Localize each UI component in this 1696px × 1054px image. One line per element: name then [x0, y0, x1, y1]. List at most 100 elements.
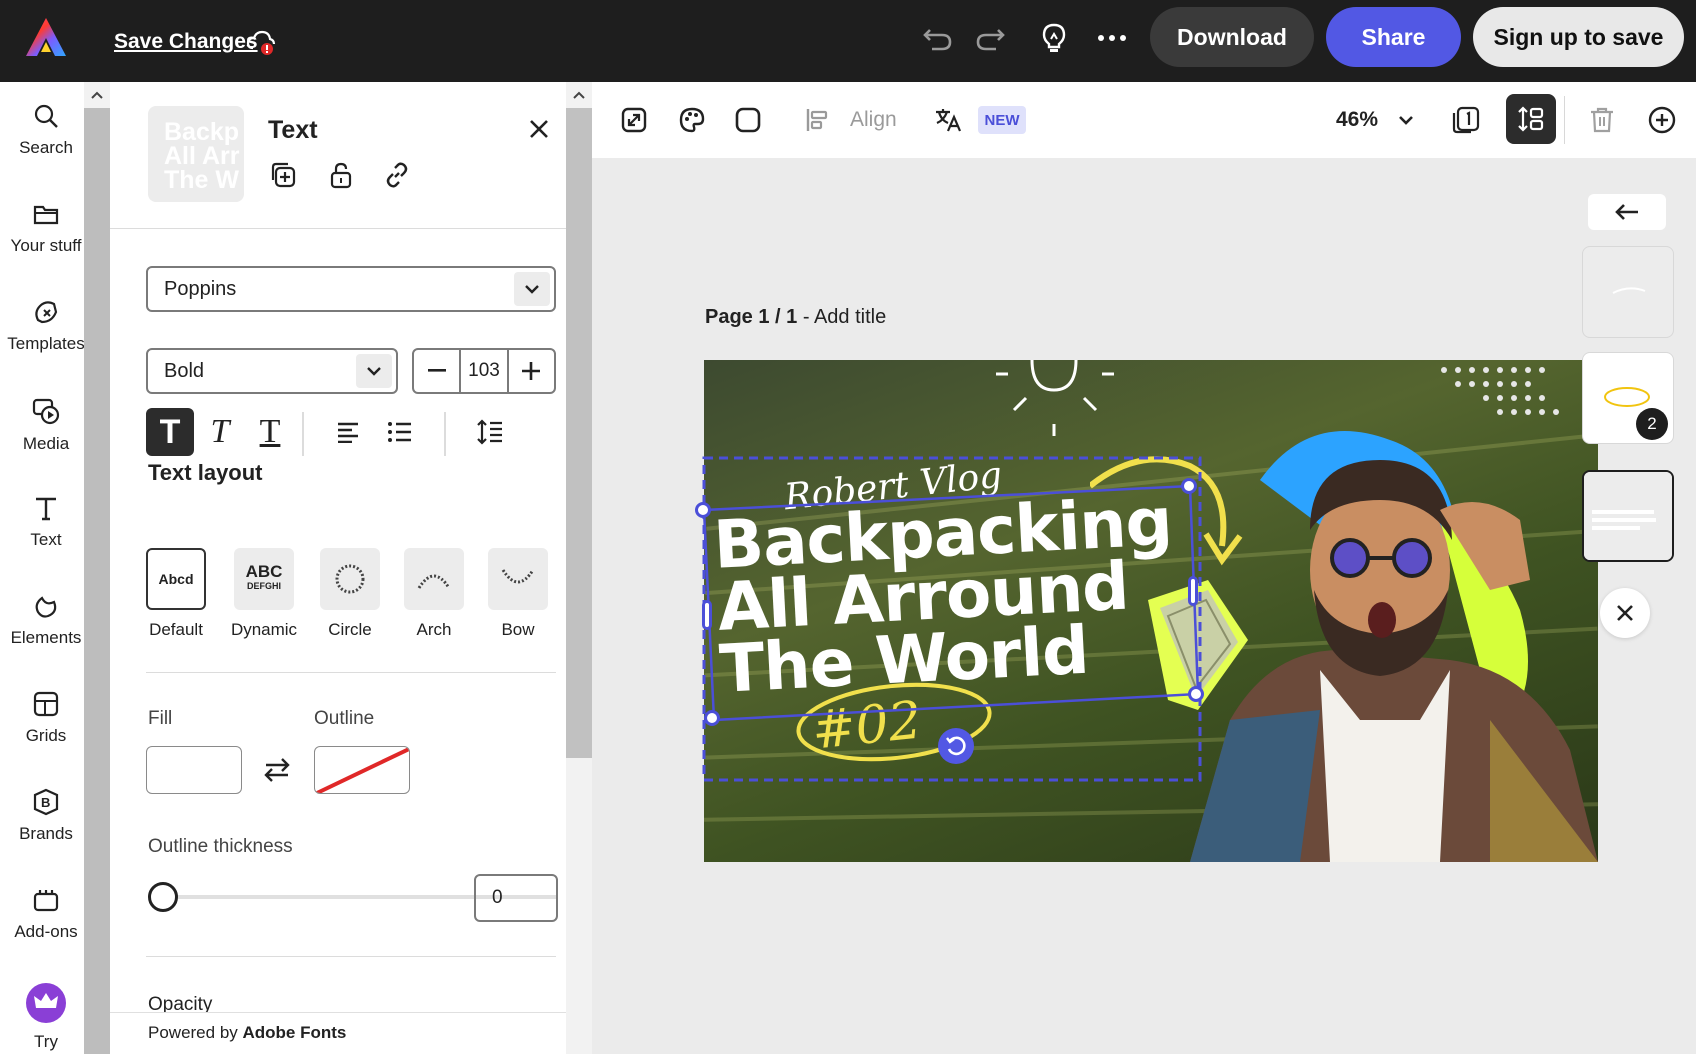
rail-item-grids[interactable]: Grids	[0, 690, 92, 746]
premium-crown-icon	[26, 983, 66, 1023]
thumbnail-preview	[1612, 287, 1646, 294]
outline-color-swatch[interactable]	[314, 746, 410, 794]
folder-icon	[33, 205, 59, 225]
rail-label: Add-ons	[14, 922, 78, 941]
outline-thickness-slider-handle[interactable]	[148, 882, 178, 912]
align-left-icon[interactable]	[324, 408, 372, 456]
color-palette-icon[interactable]	[674, 102, 710, 138]
rotate-handle-icon[interactable]	[938, 728, 974, 764]
layers-arrange-icon[interactable]	[1506, 94, 1556, 144]
save-changes-link[interactable]: Save Changes	[114, 30, 258, 54]
collapse-pages-button[interactable]	[1588, 194, 1666, 230]
rail-label: Media	[22, 434, 70, 453]
download-button[interactable]: Download	[1150, 7, 1314, 67]
footer-prefix: Powered by	[148, 1023, 243, 1042]
add-title-link[interactable]: - Add title	[797, 306, 886, 328]
page-thumbnail-1[interactable]	[1582, 246, 1674, 338]
layout-dynamic-option[interactable]: ABC DEFGHI	[234, 548, 294, 610]
rail-item-templates[interactable]: Templates	[0, 298, 92, 354]
align-label[interactable]: Align	[850, 108, 897, 132]
rail-scrollbar[interactable]	[84, 82, 110, 1054]
resize-handle-right[interactable]	[1188, 576, 1198, 606]
scroll-up-icon[interactable]	[84, 82, 110, 108]
shape-icon[interactable]	[730, 102, 766, 138]
resize-handle-bottom-right[interactable]	[1188, 686, 1204, 702]
resize-handle-left[interactable]	[702, 600, 712, 630]
rail-item-search[interactable]: Search	[0, 102, 92, 158]
bullet-list-icon[interactable]	[376, 408, 424, 456]
resize-handle-top-left[interactable]	[695, 502, 711, 518]
font-weight-value: Bold	[164, 359, 205, 382]
scrollbar-thumb[interactable]	[566, 108, 592, 758]
more-icon[interactable]	[1094, 20, 1130, 56]
align-icon[interactable]	[800, 102, 836, 138]
top-bar: Save Changes Download Share Sign up to s…	[0, 0, 1696, 82]
text-style-italic-icon[interactable]: T	[196, 408, 244, 456]
zoom-level[interactable]: 46%	[1336, 108, 1378, 132]
adobe-fonts-link[interactable]: Adobe Fonts	[243, 1023, 347, 1042]
close-panel-icon[interactable]	[528, 114, 550, 148]
page-thumbnail-3[interactable]	[1582, 470, 1674, 562]
divider	[146, 672, 556, 673]
font-size-stepper: 103	[412, 348, 556, 394]
grids-icon	[33, 691, 59, 717]
pages-icon[interactable]	[1448, 102, 1484, 138]
arrow-left-icon	[1615, 204, 1638, 220]
layout-arch-option[interactable]	[404, 548, 464, 610]
font-size-input[interactable]: 103	[459, 350, 509, 392]
rail-item-text[interactable]: Text	[0, 494, 92, 550]
layout-bow-option[interactable]	[488, 548, 548, 610]
sign-up-button[interactable]: Sign up to save	[1473, 7, 1684, 67]
increase-size-button[interactable]	[509, 350, 554, 392]
line-spacing-icon[interactable]	[466, 408, 514, 456]
layout-label: Dynamic	[230, 620, 298, 639]
adobe-express-logo[interactable]	[24, 16, 68, 60]
panel-scrollbar[interactable]	[566, 82, 592, 1054]
panel-title: Text	[268, 116, 318, 144]
undo-icon[interactable]	[920, 20, 956, 56]
font-weight-select[interactable]: Bold	[146, 348, 398, 394]
media-icon	[32, 398, 60, 425]
unlock-icon[interactable]	[324, 158, 358, 192]
rail-item-try-premium[interactable]: Try	[0, 982, 92, 1052]
brands-icon: B	[33, 788, 59, 816]
divider	[146, 956, 556, 957]
rail-item-your-stuff[interactable]: Your stuff	[0, 200, 92, 256]
fill-color-swatch[interactable]	[146, 746, 242, 794]
close-pages-button[interactable]	[1600, 588, 1650, 638]
lightbulb-icon[interactable]	[1036, 20, 1072, 56]
rail-label: Your stuff	[10, 236, 82, 255]
trash-icon[interactable]	[1584, 102, 1620, 138]
resize-handle-top-right[interactable]	[1181, 478, 1197, 494]
swap-colors-icon[interactable]	[262, 756, 292, 789]
link-icon[interactable]	[380, 158, 414, 192]
layout-default-option[interactable]: Abcd	[146, 548, 206, 610]
decrease-size-button[interactable]	[414, 350, 459, 392]
left-rail: Search Your stuff Templates Media Text E…	[0, 82, 85, 1054]
rail-item-media[interactable]: Media	[0, 396, 92, 454]
separator	[1564, 96, 1565, 144]
layout-circle-option[interactable]	[320, 548, 380, 610]
bow-text-icon	[501, 569, 535, 584]
rail-item-brands[interactable]: B Brands	[0, 788, 92, 844]
add-circle-icon[interactable]	[1644, 102, 1680, 138]
chevron-down-icon[interactable]	[1388, 102, 1424, 138]
rail-label: Templates	[7, 334, 85, 353]
rail-item-add-ons[interactable]: Add-ons	[0, 886, 92, 942]
close-icon	[1617, 605, 1633, 621]
resize-icon[interactable]	[616, 102, 652, 138]
separator	[444, 412, 446, 456]
outline-thickness-input[interactable]: 0	[474, 874, 558, 922]
text-style-regular-icon[interactable]: T	[146, 408, 194, 456]
text-style-underline-icon[interactable]: T	[246, 408, 294, 456]
thumbnail-preview	[1584, 472, 1672, 560]
share-button[interactable]: Share	[1326, 7, 1461, 67]
translate-icon[interactable]	[930, 102, 966, 138]
rail-item-elements[interactable]: Elements	[0, 592, 92, 648]
duplicate-icon[interactable]	[266, 158, 300, 192]
resize-handle-bottom-left[interactable]	[704, 710, 720, 726]
font-family-select[interactable]: Poppins	[146, 266, 556, 312]
redo-icon[interactable]	[972, 20, 1008, 56]
outline-label: Outline	[314, 708, 375, 729]
scroll-up-icon[interactable]	[566, 82, 592, 108]
